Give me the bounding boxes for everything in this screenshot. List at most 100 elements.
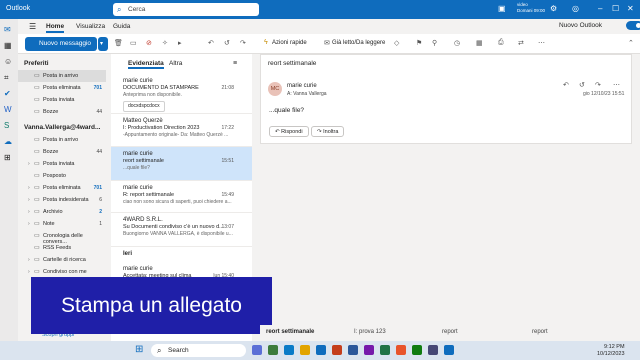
- onedrive-icon[interactable]: ☁: [4, 137, 12, 146]
- policy-icon[interactable]: ▦: [476, 39, 483, 47]
- calendar-icon[interactable]: ▦: [4, 41, 12, 50]
- message-item[interactable]: 4WARD S.R.L. 13:07 Su Documenti condiviso …: [111, 213, 252, 247]
- chevron-right-icon[interactable]: ›: [28, 269, 30, 275]
- folder-account-item[interactable]: › ▭ Posta indesiderata 6: [18, 194, 106, 206]
- app-green-icon[interactable]: [412, 345, 422, 355]
- app-blue-icon[interactable]: [444, 345, 454, 355]
- maximize-icon[interactable]: ☐: [612, 4, 619, 13]
- delete-icon[interactable]: 🗑: [114, 39, 123, 47]
- draft-tab-1[interactable]: reort settimanale: [266, 329, 314, 335]
- folder-account-item[interactable]: › ▭ Posta eliminata 701: [18, 182, 106, 194]
- print-icon[interactable]: ⎙: [498, 39, 504, 47]
- folder-account-item[interactable]: ▭ Bozze 44: [18, 146, 106, 158]
- lightbulb-icon[interactable]: ◎: [572, 4, 579, 13]
- folder-account-item[interactable]: ▭ Posposto: [18, 170, 106, 182]
- taskbar-search[interactable]: ⌕ Search: [151, 344, 246, 357]
- forward-icon[interactable]: ↷: [595, 81, 601, 89]
- new-mail-dropdown[interactable]: ▾: [98, 37, 108, 51]
- folder-account-item[interactable]: › ▭ Archivio 2: [18, 206, 106, 218]
- reply-all-icon[interactable]: ↺: [224, 39, 230, 47]
- meeting-reminder[interactable]: video Domani 09:00: [517, 2, 545, 14]
- draft-tab-3[interactable]: report: [442, 329, 458, 335]
- flag-icon[interactable]: ⚑: [416, 39, 422, 47]
- forward-icon[interactable]: ↷: [240, 39, 246, 47]
- chevron-right-icon[interactable]: ›: [28, 257, 30, 263]
- attachment-chip[interactable]: docxdspcdocx: [123, 101, 165, 112]
- snooze-icon[interactable]: ◷: [454, 39, 460, 47]
- filter-icon[interactable]: ≡: [233, 60, 237, 67]
- tab-other[interactable]: Altra: [169, 60, 182, 67]
- reply-button[interactable]: ↶ Rispondi: [269, 126, 309, 137]
- close-icon[interactable]: ✕: [627, 4, 634, 13]
- outlook-taskbar-icon[interactable]: [316, 345, 326, 355]
- chevron-right-icon[interactable]: ›: [28, 221, 30, 227]
- apps-icon[interactable]: ⊞: [4, 153, 11, 162]
- new-outlook-toggle[interactable]: [626, 21, 640, 30]
- attach-icon[interactable]: ⌗: [4, 73, 9, 83]
- report-icon[interactable]: ⊘: [146, 39, 152, 47]
- sweep-icon[interactable]: ✧: [162, 39, 168, 47]
- folder-favorite-item[interactable]: ▭ Bozze 44: [18, 106, 106, 118]
- word-taskbar-icon[interactable]: [348, 345, 358, 355]
- quick-actions-button[interactable]: Azioni rapide: [272, 40, 307, 46]
- windows-start-icon[interactable]: ⊞: [135, 344, 143, 355]
- word-icon[interactable]: W: [4, 105, 12, 114]
- teams-icon[interactable]: [428, 345, 438, 355]
- more-icon[interactable]: ⋯: [613, 81, 620, 89]
- folder-account-item[interactable]: ▭ Posta in arrivo: [18, 134, 106, 146]
- folder-account-item[interactable]: › ▭ Note 1: [18, 218, 106, 230]
- sender-name[interactable]: marie curie: [287, 83, 317, 89]
- reply-icon[interactable]: ↶: [563, 81, 569, 89]
- reply-all-icon[interactable]: ↺: [579, 81, 585, 89]
- powerpoint-icon[interactable]: [332, 345, 342, 355]
- settings-icon[interactable]: ⚙: [550, 4, 557, 13]
- chevron-right-icon[interactable]: ›: [28, 197, 30, 203]
- collapse-ribbon-icon[interactable]: ⌃: [628, 39, 634, 47]
- translate-icon[interactable]: ⇄: [518, 39, 524, 47]
- folder-account-item[interactable]: › ▭ Cartelle di ricerca: [18, 254, 106, 266]
- excel-icon[interactable]: [380, 345, 390, 355]
- message-item[interactable]: marie curie 21:08 DOCUMENTO DA STAMPARE Ant…: [111, 74, 252, 114]
- forward-button[interactable]: ↷ Inoltra: [311, 126, 345, 137]
- chevron-right-icon[interactable]: ›: [28, 161, 30, 167]
- menu-icon[interactable]: ☰: [29, 22, 36, 31]
- folder-favorite-item[interactable]: ▭ Posta in arrivo: [18, 70, 106, 82]
- tab-view[interactable]: Visualizza: [76, 23, 105, 30]
- chrome-icon[interactable]: [396, 345, 406, 355]
- recipient[interactable]: A: Vanna Vallerga: [287, 91, 327, 97]
- new-mail-button[interactable]: Nuovo messaggio: [25, 37, 97, 51]
- explorer-icon[interactable]: [300, 345, 310, 355]
- draft-tab-4[interactable]: report: [532, 329, 548, 335]
- tab-home[interactable]: Home: [46, 23, 65, 33]
- folder-account-item[interactable]: ▭ RSS Feeds: [18, 242, 106, 254]
- chat-icon[interactable]: [268, 345, 278, 355]
- favorites-header[interactable]: Preferiti: [24, 60, 49, 67]
- chevron-right-icon[interactable]: ›: [28, 209, 30, 215]
- reply-icon[interactable]: ↶: [208, 39, 214, 47]
- folder-favorite-item[interactable]: ▭ Posta inviata: [18, 94, 106, 106]
- message-item[interactable]: marie curie 15:51 reort settimanale ...qual…: [111, 147, 252, 181]
- minimize-icon[interactable]: –: [598, 4, 602, 13]
- message-item[interactable]: marie curie 15:49 R: report settimanale cia…: [111, 181, 252, 213]
- archive-icon[interactable]: ▭: [130, 39, 137, 47]
- folder-account-item[interactable]: › ▭ Posta inviata: [18, 158, 106, 170]
- pin-icon[interactable]: ⚲: [432, 39, 437, 47]
- folder-account-item[interactable]: ▭ Cronologia delle convers...: [18, 230, 106, 245]
- folder-favorite-item[interactable]: ▭ Posta eliminata 701: [18, 82, 106, 94]
- move-icon[interactable]: ▸: [178, 39, 182, 47]
- account-header[interactable]: Vanna.Vallerga@4ward...: [24, 124, 100, 131]
- tag-icon[interactable]: ◇: [394, 39, 399, 47]
- task-view-icon[interactable]: [252, 345, 262, 355]
- read-unread-button[interactable]: Già letto/Da leggere: [332, 40, 385, 46]
- message-item[interactable]: Matteo Querzè 17:22 I: Productivation Dire…: [111, 114, 252, 147]
- people-icon[interactable]: ☺: [4, 57, 12, 66]
- todo-icon[interactable]: ✔: [4, 89, 11, 98]
- onenote-icon[interactable]: [364, 345, 374, 355]
- edge-icon[interactable]: [284, 345, 294, 355]
- more-icon[interactable]: ⋯: [538, 39, 545, 47]
- tab-help[interactable]: Guida: [113, 23, 130, 30]
- tab-focused[interactable]: Evidenziata: [128, 60, 164, 69]
- clock[interactable]: 9:12 PM 10/12/2023: [597, 344, 625, 358]
- avatar[interactable]: MC: [268, 82, 282, 96]
- draft-tab-2[interactable]: I: prova 123: [354, 329, 386, 335]
